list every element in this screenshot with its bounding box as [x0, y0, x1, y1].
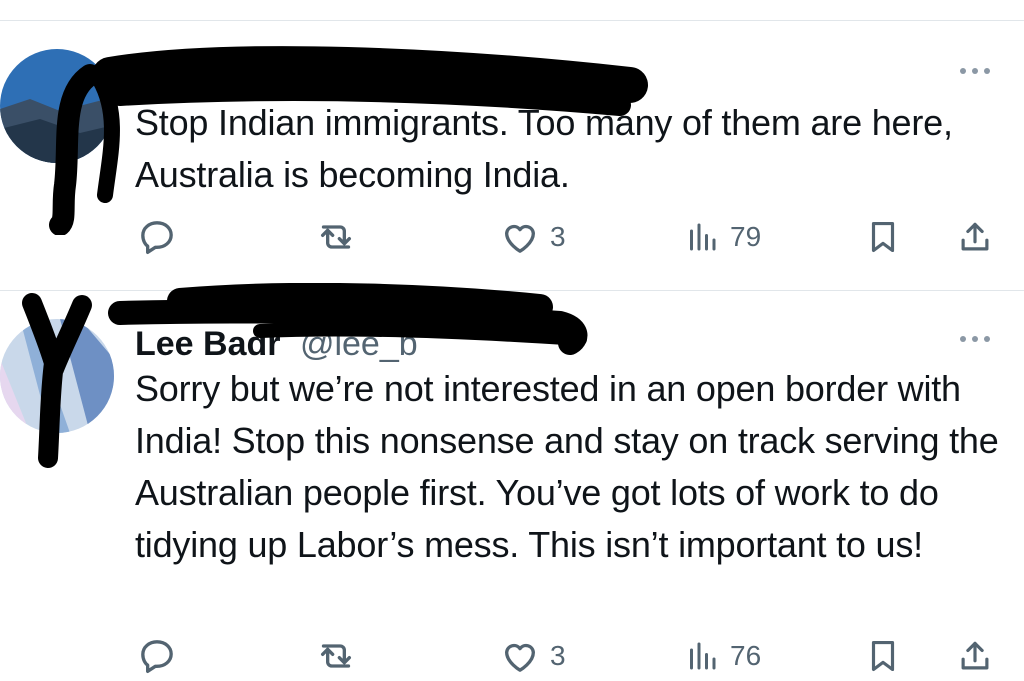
more-icon[interactable] — [950, 63, 990, 79]
views-button[interactable]: 76 — [684, 631, 761, 681]
views-icon — [690, 223, 716, 251]
more-icon[interactable] — [950, 331, 990, 347]
share-button[interactable] — [956, 212, 994, 262]
action-bar: 3 76 — [0, 631, 1024, 681]
bookmark-icon — [871, 640, 895, 672]
repost-button[interactable] — [315, 631, 367, 681]
views-count: 76 — [730, 640, 762, 671]
heart-icon — [505, 224, 535, 253]
reply-button[interactable] — [137, 212, 187, 262]
avatar[interactable] — [0, 49, 114, 163]
repost-button[interactable] — [315, 212, 367, 262]
share-icon — [961, 641, 989, 670]
action-bar: 3 79 — [0, 212, 1024, 262]
reply-button[interactable] — [137, 631, 187, 681]
post-header — [135, 57, 145, 96]
bookmark-button[interactable] — [864, 212, 902, 262]
like-count: 3 — [550, 640, 566, 671]
share-icon — [961, 222, 989, 251]
repost-icon — [321, 225, 351, 249]
post-text: Stop Indian immigrants. Too many of them… — [135, 102, 953, 195]
post-text: Sorry but we’re not interested in an ope… — [135, 368, 999, 565]
post-header: Lee Badr @lee_b — [135, 325, 418, 364]
bookmark-button[interactable] — [864, 631, 902, 681]
views-icon — [690, 642, 716, 670]
author-name[interactable]: Lee Badr — [135, 325, 281, 363]
author-handle[interactable]: @lee_b — [300, 325, 418, 363]
heart-icon — [505, 643, 535, 672]
like-button[interactable]: 3 — [500, 631, 566, 681]
reply-icon — [141, 640, 173, 673]
post-1[interactable]: Stop Indian immigrants. Too many of them… — [0, 21, 1024, 289]
bookmark-icon — [871, 221, 895, 253]
share-button[interactable] — [956, 631, 994, 681]
post-2[interactable]: Lee Badr @lee_b Sorry but we’re not inte… — [0, 283, 1024, 677]
views-count: 79 — [730, 221, 762, 252]
like-count: 3 — [550, 221, 566, 252]
repost-icon — [321, 644, 351, 668]
views-button[interactable]: 79 — [684, 212, 761, 262]
avatar[interactable] — [0, 319, 114, 433]
reply-icon — [141, 221, 173, 254]
like-button[interactable]: 3 — [500, 212, 566, 262]
